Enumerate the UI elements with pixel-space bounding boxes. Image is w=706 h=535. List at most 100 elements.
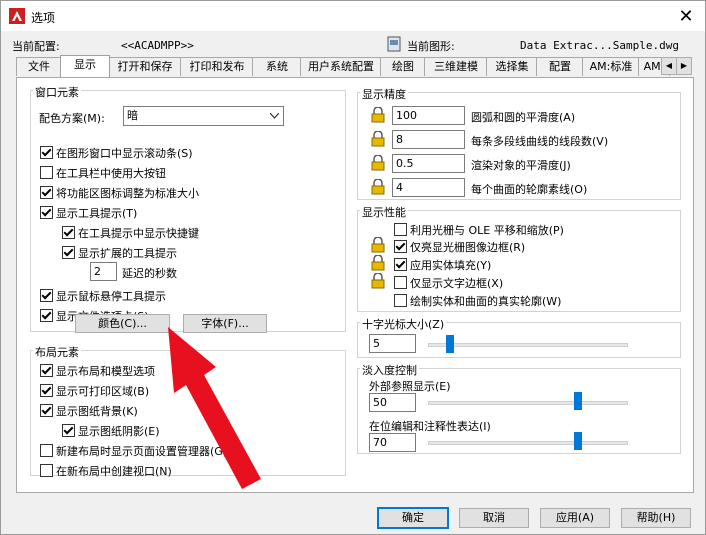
text-boundary-checkbox[interactable] — [394, 276, 407, 289]
fade-control-title: 淡入度控制 — [360, 362, 419, 378]
crosshair-size-slider-track[interactable] — [428, 343, 628, 347]
printable-area-label: 显示可打印区域(B) — [56, 385, 150, 398]
tooltip-shortcuts-checkbox[interactable] — [62, 226, 75, 239]
display-performance-title: 显示性能 — [360, 204, 408, 220]
tab-selection[interactable]: 选择集 — [486, 57, 538, 76]
inplace-edit-slider-thumb[interactable] — [574, 432, 582, 450]
arc-smoothness-input[interactable]: 100 — [392, 106, 465, 125]
drawing-saved-setting-icon — [371, 131, 385, 147]
show-tooltips-label: 显示工具提示(T) — [56, 207, 138, 220]
window-title: 选项 — [31, 11, 56, 25]
page-setup-manager-checkbox[interactable] — [40, 444, 53, 457]
xref-display-input[interactable]: 50 — [369, 393, 416, 412]
tab-display[interactable]: 显示 — [60, 55, 110, 77]
rollover-tooltips-checkbox[interactable] — [40, 289, 53, 302]
ribbon-icons-standard-label: 将功能区图标调整为标准大小 — [56, 187, 199, 200]
show-scrollbars-checkbox[interactable] — [40, 146, 53, 159]
layout-model-tabs-checkbox[interactable] — [40, 364, 53, 377]
color-scheme-value: 暗 — [127, 109, 138, 122]
chevron-down-icon — [270, 113, 279, 119]
raster-frame-only-label: 仅亮显光栅图像边框(R) — [410, 241, 526, 254]
window-elements-title: 窗口元素 — [33, 84, 81, 100]
crosshair-size-slider-thumb[interactable] — [446, 335, 454, 353]
layout-model-tabs-label: 显示布局和模型选项 — [56, 365, 155, 378]
extended-tooltips-checkbox[interactable] — [62, 246, 75, 259]
render-smoothness-input[interactable]: 0.5 — [392, 154, 465, 173]
chevron-right-icon: ▶ — [680, 61, 688, 70]
raster-ole-pan-zoom-label: 利用光栅与 OLE 平移和缩放(P) — [410, 224, 564, 237]
paper-background-label: 显示图纸背景(K) — [56, 405, 138, 418]
tab-3d-modeling[interactable]: 三维建模 — [424, 57, 488, 76]
drawing-saved-setting-icon — [371, 237, 385, 253]
delay-seconds-label: 延迟的秒数 — [122, 267, 177, 280]
color-scheme-select[interactable]: 暗 — [123, 106, 284, 126]
drawing-saved-setting-icon — [371, 155, 385, 171]
current-profile-value: <<ACADMPP>> — [121, 39, 194, 52]
xref-display-label: 外部参照显示(E) — [369, 380, 451, 393]
tab-user-preferences[interactable]: 用户系统配置 — [300, 57, 382, 76]
help-button[interactable]: 帮助(H) — [621, 508, 691, 528]
polyline-segments-input[interactable]: 8 — [392, 130, 465, 149]
paper-shadow-checkbox[interactable] — [62, 424, 75, 437]
large-buttons-label: 在工具栏中使用大按钮 — [56, 167, 166, 180]
drawing-file-icon — [387, 36, 401, 52]
delay-seconds-input[interactable]: 2 — [90, 262, 117, 281]
show-tooltips-checkbox[interactable] — [40, 206, 53, 219]
crosshair-size-input[interactable]: 5 — [369, 334, 416, 353]
text-boundary-label: 仅显示文字边框(X) — [410, 277, 504, 290]
tab-profiles[interactable]: 配置 — [536, 57, 584, 76]
file-tabs-checkbox[interactable] — [40, 309, 53, 322]
display-resolution-group: 显示精度 100 圆弧和圆的平滑度(A) 8 每条多段线曲线的线段数(V) 0.… — [357, 86, 681, 200]
contour-lines-input[interactable]: 4 — [392, 178, 465, 197]
window-elements-group: 窗口元素 配色方案(M): 暗 在图形窗口中显示滚动条(S) 在工具栏中使用大按… — [30, 84, 346, 332]
red-arrow-annotation — [168, 327, 261, 489]
title-bar: 选项 ✕ — [1, 1, 705, 31]
tab-plot-publish[interactable]: 打印和发布 — [180, 57, 254, 76]
paper-background-checkbox[interactable] — [40, 404, 53, 417]
display-tab-panel: 窗口元素 配色方案(M): 暗 在图形窗口中显示滚动条(S) 在工具栏中使用大按… — [16, 77, 694, 493]
inplace-edit-input[interactable]: 70 — [369, 433, 416, 452]
inplace-edit-label: 在位编辑和注释性表达(I) — [369, 420, 491, 433]
printable-area-checkbox[interactable] — [40, 384, 53, 397]
ok-button[interactable]: 确定 — [377, 507, 449, 529]
options-dialog: 选项 ✕ 当前配置: <<ACADMPP>> 当前图形: Data Extrac… — [0, 0, 706, 535]
xref-display-slider-thumb[interactable] — [574, 392, 582, 410]
tooltip-shortcuts-label: 在工具提示中显示快捷键 — [78, 227, 199, 240]
true-silhouettes-label: 绘制实体和曲面的真实轮廓(W) — [410, 295, 562, 308]
large-buttons-checkbox[interactable] — [40, 166, 53, 179]
apply-button[interactable]: 应用(A) — [540, 508, 610, 528]
xref-display-slider-track[interactable] — [428, 401, 628, 405]
arc-smoothness-label: 圆弧和圆的平滑度(A) — [471, 111, 576, 124]
fade-control-group: 淡入度控制 外部参照显示(E) 50 在位编辑和注释性表达(I) 70 — [357, 362, 681, 454]
rollover-tooltips-label: 显示鼠标悬停工具提示 — [56, 290, 166, 303]
tab-scroll-right-button[interactable]: ▶ — [676, 57, 692, 75]
tab-am-standard[interactable]: AM:标准 — [582, 57, 640, 76]
inplace-edit-slider-track[interactable] — [428, 441, 628, 445]
drawing-saved-setting-icon — [371, 273, 385, 289]
solid-fill-checkbox[interactable] — [394, 258, 407, 271]
raster-ole-pan-zoom-checkbox[interactable] — [394, 223, 407, 236]
ribbon-icons-standard-checkbox[interactable] — [40, 186, 53, 199]
cancel-button[interactable]: 取消 — [459, 508, 529, 528]
crosshair-size-group: 十字光标大小(Z) 5 — [357, 316, 681, 358]
drawing-saved-setting-icon — [371, 107, 385, 123]
close-button[interactable]: ✕ — [671, 3, 701, 29]
solid-fill-label: 应用实体填充(Y) — [410, 259, 492, 272]
polyline-segments-label: 每条多段线曲线的线段数(V) — [471, 135, 609, 148]
tab-scroll-left-button[interactable]: ◀ — [661, 57, 677, 75]
current-profile-label: 当前配置: — [12, 40, 60, 53]
tab-drafting[interactable]: 绘图 — [380, 57, 426, 76]
raster-frame-only-checkbox[interactable] — [394, 240, 407, 253]
tab-system[interactable]: 系统 — [252, 57, 302, 76]
tab-files[interactable]: 文件 — [16, 57, 62, 76]
create-viewport-checkbox[interactable] — [40, 464, 53, 477]
tab-open-save[interactable]: 打开和保存 — [108, 57, 182, 76]
color-scheme-label: 配色方案(M): — [39, 112, 105, 125]
contour-lines-label: 每个曲面的轮廓素线(O) — [471, 183, 588, 196]
layout-elements-title: 布局元素 — [33, 344, 81, 360]
chevron-left-icon: ◀ — [665, 61, 673, 70]
close-icon: ✕ — [678, 5, 694, 27]
true-silhouettes-checkbox[interactable] — [394, 294, 407, 307]
crosshair-size-title: 十字光标大小(Z) — [360, 316, 447, 332]
show-scrollbars-label: 在图形窗口中显示滚动条(S) — [56, 147, 193, 160]
